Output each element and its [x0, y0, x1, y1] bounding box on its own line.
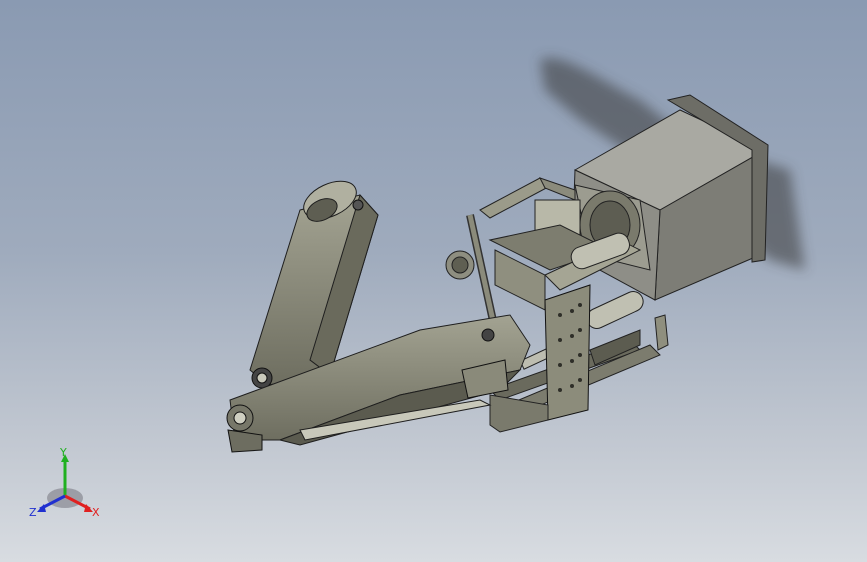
y-axis-label: Y: [59, 446, 67, 459]
view-orientation-triad[interactable]: Y X Z: [20, 446, 110, 526]
z-axis-label: Z: [29, 506, 37, 519]
x-axis-label: X: [92, 506, 100, 519]
graphics-viewport[interactable]: Y X Z: [0, 0, 867, 562]
cad-model-scene[interactable]: [0, 0, 867, 562]
